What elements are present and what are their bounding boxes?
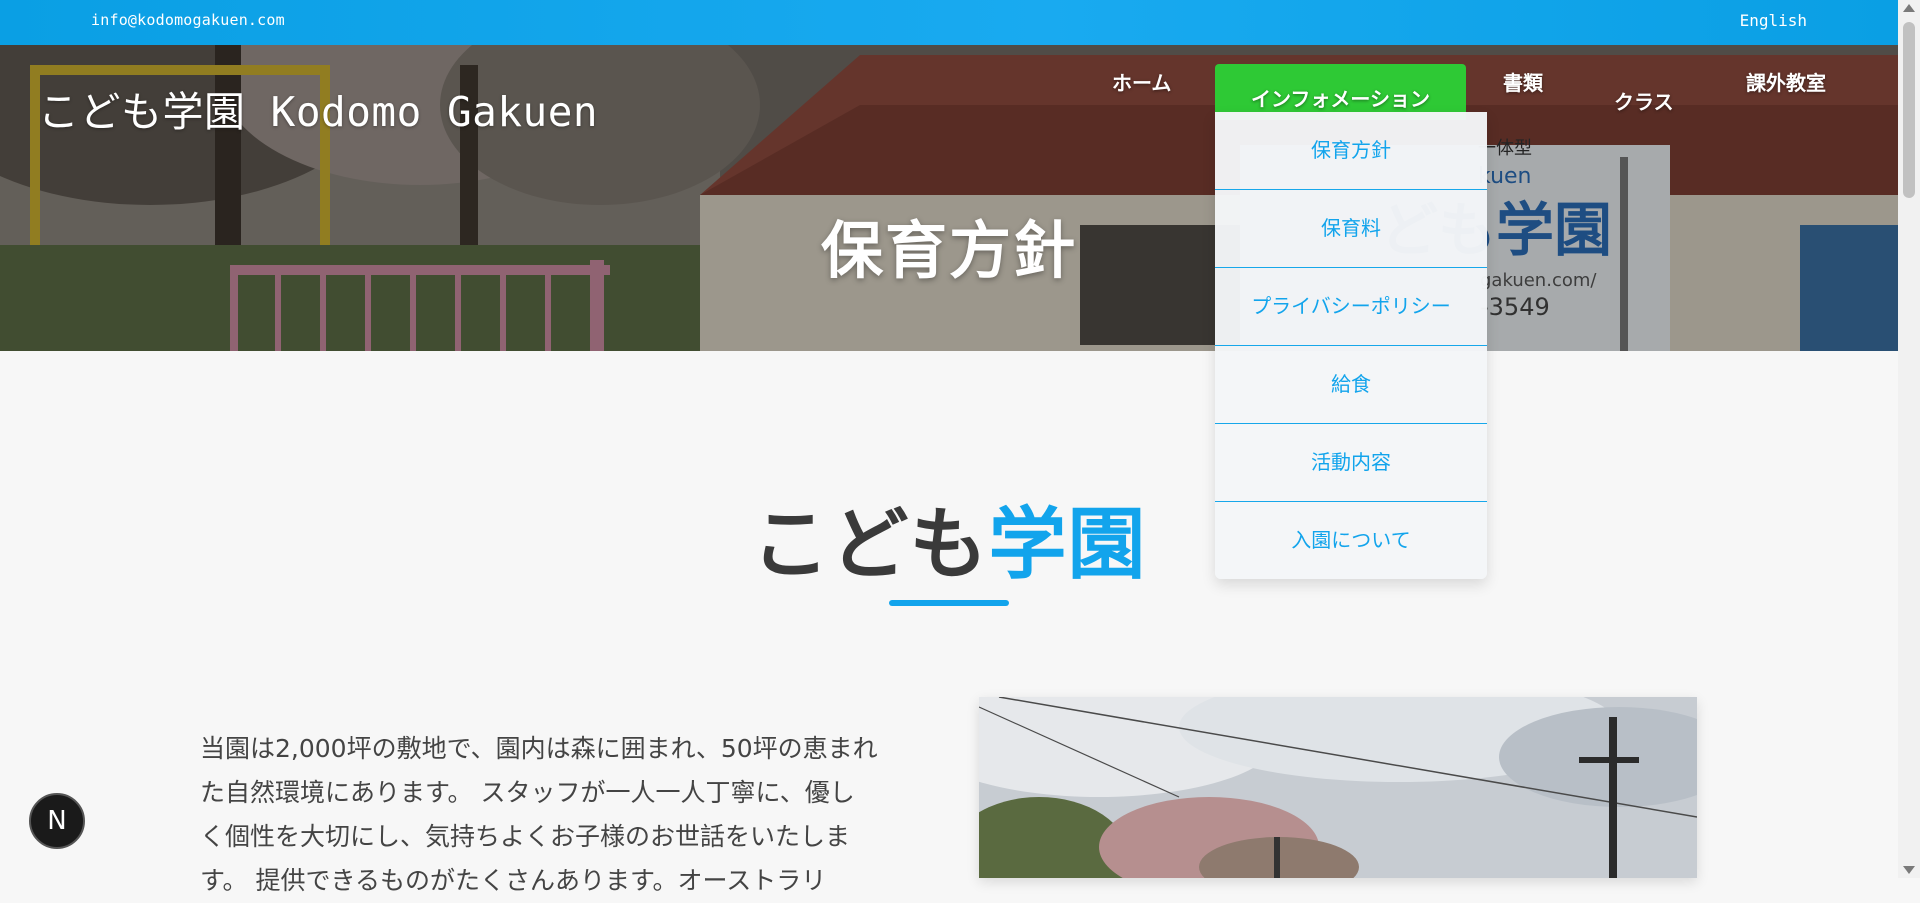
top-bar: info@kodomogakuen.com English (0, 0, 1898, 45)
nav-documents[interactable]: 書類 (1503, 67, 1543, 96)
nav-home[interactable]: ホーム (1112, 67, 1171, 96)
vertical-scrollbar[interactable] (1898, 0, 1920, 878)
section-heading-part-2: 学園 (988, 500, 1147, 590)
page-title: 保育方針 (820, 214, 1077, 287)
paragraph-line: す。 提供できるものがたくさんあります。オーストラリ (200, 866, 827, 895)
nav-extracurricular[interactable]: 課外教室 (1746, 67, 1826, 96)
section-heading-part-1: こども (751, 500, 989, 590)
nav-classes[interactable]: クラス (1614, 86, 1674, 115)
dropdown-item-childcare-policy[interactable]: 保育方針 (1215, 112, 1487, 190)
intro-paragraph: 当園は2,000坪の敷地で、園内は森に囲まれ、50坪の恵まれ た自然環境にありま… (200, 727, 922, 903)
scrollbar-thumb[interactable] (1903, 22, 1915, 198)
contact-email[interactable]: info@kodomogakuen.com (91, 11, 285, 29)
garden-photo-image (979, 697, 1697, 878)
language-switch[interactable]: English (1740, 11, 1807, 30)
dropdown-item-tuition[interactable]: 保育料 (1215, 190, 1487, 268)
paragraph-line: 当園は2,000坪の敷地で、園内は森に囲まれ、50坪の恵まれ (200, 734, 878, 763)
dropdown-item-meals[interactable]: 給食 (1215, 346, 1487, 424)
garden-photo (979, 697, 1697, 878)
paragraph-line: く個性を大切にし、気持ちよくお子様のお世話をいたしま (200, 822, 851, 851)
scroll-up-arrow-icon[interactable] (1903, 4, 1915, 12)
dev-tools-badge[interactable]: N (29, 793, 85, 849)
scroll-down-arrow-icon[interactable] (1903, 866, 1915, 874)
site-logo[interactable]: こども学園 Kodomo Gakuen (38, 78, 598, 138)
heading-underline (889, 600, 1009, 606)
section-heading: こども学園 (0, 482, 1898, 594)
dropdown-item-privacy-policy[interactable]: プライバシーポリシー (1215, 268, 1487, 346)
paragraph-line: た自然環境にあります。 スタッフが一人一人丁寧に、優し (200, 778, 855, 807)
